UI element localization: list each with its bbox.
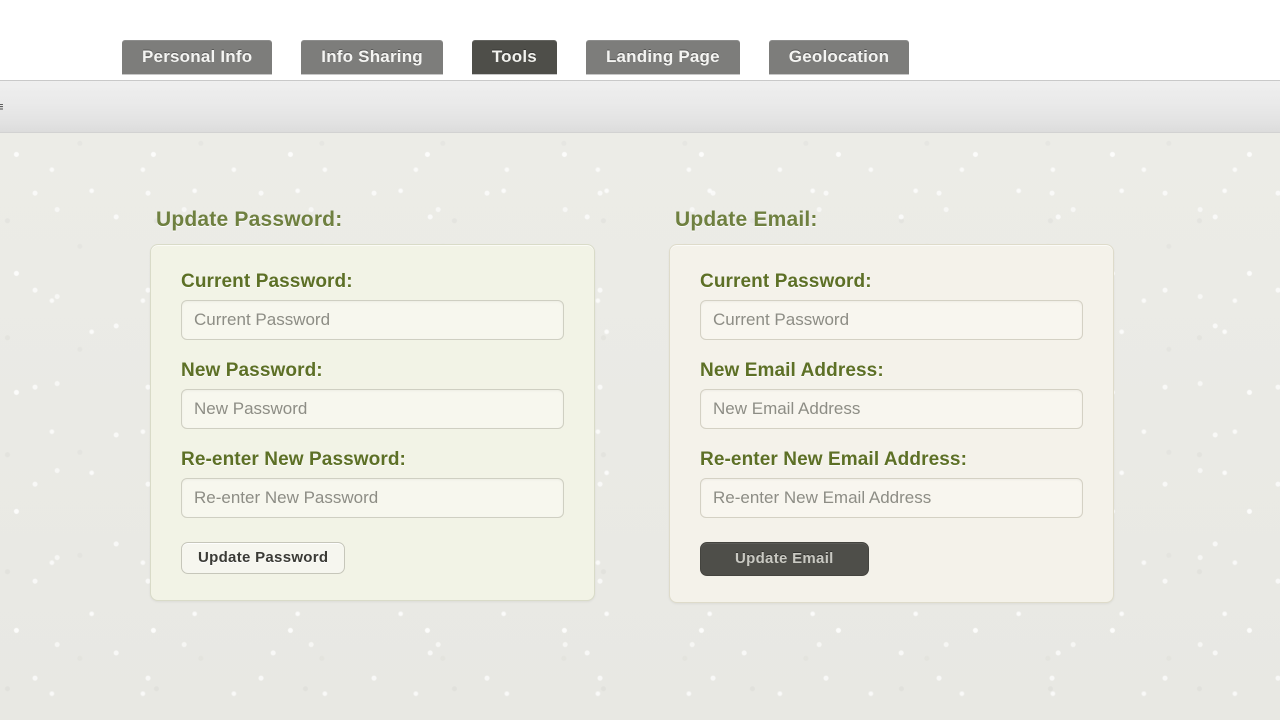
update-email-panel: Current Password: New Email Address: Re-… xyxy=(669,244,1114,603)
input-current-password[interactable] xyxy=(181,300,564,340)
update-password-column: Update Password: Current Password: New P… xyxy=(150,208,595,601)
menu-icon[interactable]: ≡ xyxy=(0,99,8,115)
forms-container: Update Password: Current Password: New P… xyxy=(0,133,1280,720)
field-new-password: New Password: xyxy=(181,360,564,429)
label-reenter-new-email-address: Re-enter New Email Address: xyxy=(700,449,968,470)
input-reenter-new-email-address[interactable] xyxy=(700,478,1083,518)
field-email-current-password: Current Password: xyxy=(700,271,1083,340)
label-email-current-password: Current Password: xyxy=(700,271,872,292)
update-password-button[interactable]: Update Password xyxy=(181,542,346,574)
tab-info-sharing[interactable]: Info Sharing xyxy=(301,40,443,74)
navigation-tabbar: Personal Info Info Sharing Tools Landing… xyxy=(0,40,1280,80)
update-password-panel: Current Password: New Password: Re-enter… xyxy=(150,244,595,601)
browser-viewport: Personal Info Info Sharing Tools Landing… xyxy=(0,0,1280,720)
tab-tools[interactable]: Tools xyxy=(471,40,557,74)
label-reenter-new-password: Re-enter New Password: xyxy=(181,449,406,470)
tab-personal-info[interactable]: Personal Info xyxy=(122,40,273,74)
update-email-column: Update Email: Current Password: New Emai… xyxy=(669,208,1114,603)
input-reenter-new-password[interactable] xyxy=(181,478,564,518)
field-reenter-new-password: Re-enter New Password: xyxy=(181,449,564,518)
update-password-heading: Update Password: xyxy=(156,208,343,231)
input-new-password[interactable] xyxy=(181,389,564,429)
field-new-email-address: New Email Address: xyxy=(700,360,1083,429)
input-new-email-address[interactable] xyxy=(700,389,1083,429)
tab-geolocation[interactable]: Geolocation xyxy=(768,40,910,74)
label-new-email-address: New Email Address: xyxy=(700,360,884,381)
label-current-password: Current Password: xyxy=(181,271,353,292)
field-current-password: Current Password: xyxy=(181,271,564,340)
label-new-password: New Password: xyxy=(181,360,323,381)
tab-landing-page[interactable]: Landing Page xyxy=(585,40,740,74)
update-email-button[interactable]: Update Email xyxy=(700,542,869,576)
secondary-toolbar: ≡ xyxy=(0,80,1280,133)
update-email-heading: Update Email: xyxy=(675,208,818,231)
input-email-current-password[interactable] xyxy=(700,300,1083,340)
page-content-area: Update Password: Current Password: New P… xyxy=(0,133,1280,720)
field-reenter-new-email-address: Re-enter New Email Address: xyxy=(700,449,1083,518)
